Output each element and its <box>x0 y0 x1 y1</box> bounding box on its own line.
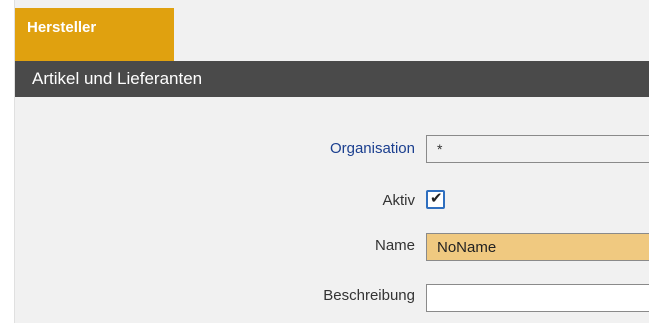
beschreibung-label: Beschreibung <box>323 287 415 304</box>
tab-hersteller[interactable]: Hersteller <box>15 8 174 61</box>
aktiv-label: Aktiv <box>382 192 415 209</box>
section-header: Artikel und Lieferanten <box>15 61 649 97</box>
page: Hersteller Artikel und Lieferanten Organ… <box>15 0 649 323</box>
organisation-label[interactable]: Organisation <box>330 140 415 157</box>
organisation-field[interactable]: * <box>426 135 649 163</box>
name-field[interactable]: NoName <box>426 233 649 261</box>
name-label: Name <box>374 237 415 254</box>
checkmark-icon: ✔ <box>430 190 443 207</box>
beschreibung-field[interactable] <box>426 284 649 312</box>
section-title: Artikel und Lieferanten <box>32 69 203 88</box>
aktiv-checkbox[interactable]: ✔ <box>426 190 445 209</box>
tab-label: Hersteller <box>27 19 97 36</box>
